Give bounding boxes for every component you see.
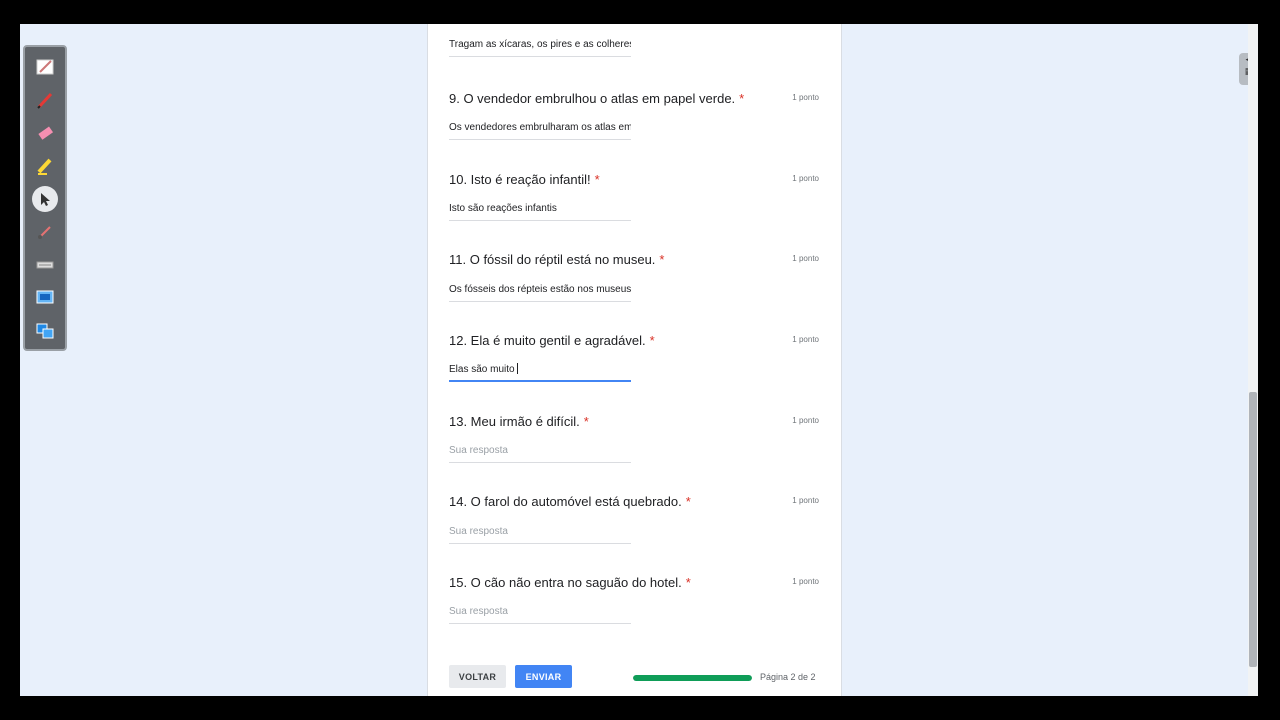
question-title: 10. Isto é reação infantil!	[449, 172, 591, 187]
page-indicator: Página 2 de 2	[760, 672, 816, 682]
required-asterisk: *	[583, 414, 589, 429]
question-points: 1 ponto	[792, 496, 819, 505]
back-button[interactable]: VOLTAR	[449, 665, 506, 688]
question-title: 15. O cão não entra no saguão do hotel.	[449, 575, 682, 590]
answer-field[interactable]: Sua resposta	[449, 604, 631, 624]
brush-icon[interactable]	[32, 219, 58, 245]
question-points: 1 ponto	[792, 335, 819, 344]
answer-text: Elas são muito	[449, 364, 515, 375]
required-asterisk: *	[685, 494, 691, 509]
highlighter-icon[interactable]	[32, 153, 58, 179]
question-title: 14. O farol do automóvel está quebrado.	[449, 494, 682, 509]
required-asterisk: *	[649, 333, 655, 348]
keyboard-icon[interactable]	[32, 252, 58, 278]
scrollbar[interactable]	[1248, 24, 1258, 696]
required-asterisk: *	[739, 91, 745, 106]
annotation-toolbar	[23, 45, 67, 351]
question-title: 9. O vendedor embrulhou o atlas em papel…	[449, 91, 736, 106]
question-points: 1 ponto	[792, 93, 819, 102]
pen-red-icon[interactable]	[32, 87, 58, 113]
question-title: 12. Ela é muito gentil e agradável.	[449, 333, 646, 348]
answer-field[interactable]: Sua resposta	[449, 524, 631, 544]
pointer-icon[interactable]	[32, 186, 58, 212]
question-title: 13. Meu irmão é difícil.	[449, 414, 580, 429]
required-asterisk: *	[685, 575, 691, 590]
text-caret	[516, 363, 518, 374]
required-asterisk: *	[594, 172, 600, 187]
question-title: 11. O fóssil do réptil está no museu.	[449, 252, 656, 267]
scrollbar-thumb[interactable]	[1249, 392, 1257, 667]
answer-field[interactable]: Os vendedores embrulharam os atlas em	[449, 120, 631, 140]
answer-field[interactable]: Sua resposta	[449, 443, 631, 463]
answer-field[interactable]: Os fósseis dos répteis estão nos museus	[449, 282, 631, 302]
form-card: Tragam as xícaras, os pires e as colhere…	[427, 24, 842, 696]
question-points: 1 ponto	[792, 254, 819, 263]
partial-answer-8[interactable]: Tragam as xícaras, os pires e as colhere…	[449, 37, 631, 57]
question-points: 1 ponto	[792, 174, 819, 183]
submit-button[interactable]: ENVIAR	[515, 665, 572, 688]
pen-edit-icon[interactable]	[32, 54, 58, 80]
screen-capture-icon[interactable]	[32, 285, 58, 311]
screen-switch-icon[interactable]	[32, 318, 58, 344]
required-asterisk: *	[659, 252, 665, 267]
progress-bar	[633, 675, 752, 681]
progress-fill	[633, 675, 752, 681]
browser-viewport: Tragam as xícaras, os pires e as colhere…	[20, 24, 1258, 696]
answer-field[interactable]: Isto são reações infantis	[449, 201, 631, 221]
answer-field-focused[interactable]: Elas são muito	[449, 362, 631, 382]
question-points: 1 ponto	[792, 577, 819, 586]
question-points: 1 ponto	[792, 416, 819, 425]
eraser-icon[interactable]	[32, 120, 58, 146]
